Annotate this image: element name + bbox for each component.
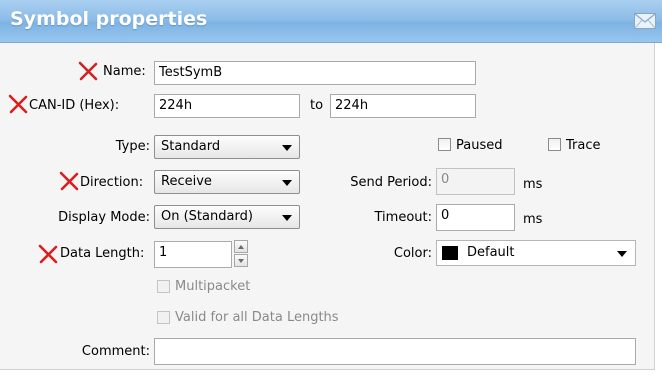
properties-panel: Name: TestSymB CAN-ID (Hex): 224h to 224… bbox=[0, 43, 655, 370]
trace-checkbox[interactable] bbox=[548, 138, 561, 151]
send-period-input[interactable]: 0 bbox=[436, 168, 515, 195]
valid-all-lengths-checkbox[interactable] bbox=[157, 311, 170, 324]
dialog-title: Symbol properties bbox=[10, 8, 208, 30]
send-period-label: Send Period: bbox=[350, 175, 432, 190]
color-select[interactable]: Default bbox=[436, 240, 636, 266]
timeout-input[interactable]: 0 bbox=[436, 204, 515, 231]
multipacket-label: Multipacket bbox=[175, 279, 251, 294]
display-mode-select-value: On (Standard) bbox=[161, 209, 253, 224]
can-id-label: CAN-ID (Hex): bbox=[29, 98, 120, 113]
chevron-down-icon bbox=[282, 145, 292, 151]
timeout-label: Timeout: bbox=[374, 210, 432, 225]
trace-label: Trace bbox=[566, 138, 601, 153]
timeout-unit: ms bbox=[523, 212, 543, 227]
spin-up-button[interactable] bbox=[234, 240, 248, 253]
can-id-from-input[interactable]: 224h bbox=[154, 94, 300, 118]
can-id-to-input[interactable]: 224h bbox=[330, 94, 476, 118]
required-x-icon bbox=[59, 171, 79, 191]
required-x-icon bbox=[78, 61, 98, 81]
spin-down-button[interactable] bbox=[234, 254, 248, 267]
direction-label: Direction: bbox=[80, 175, 144, 190]
comment-input[interactable] bbox=[154, 338, 636, 365]
type-select[interactable]: Standard bbox=[154, 135, 300, 159]
chevron-down-icon bbox=[282, 180, 292, 186]
arrow-down-icon bbox=[238, 259, 244, 263]
chevron-down-icon bbox=[617, 251, 627, 257]
data-length-spinner[interactable] bbox=[234, 240, 248, 268]
direction-select-value: Receive bbox=[161, 174, 212, 189]
name-input[interactable]: TestSymB bbox=[154, 61, 476, 85]
to-label: to bbox=[310, 98, 324, 113]
arrow-up-icon bbox=[238, 245, 244, 249]
display-mode-label: Display Mode: bbox=[58, 210, 150, 225]
chevron-down-icon bbox=[282, 215, 292, 221]
data-length-input[interactable]: 1 bbox=[154, 241, 232, 268]
color-select-value: Default bbox=[467, 245, 515, 260]
dialog-title-bar: Symbol properties bbox=[0, 0, 662, 43]
paused-label: Paused bbox=[456, 138, 503, 153]
type-select-value: Standard bbox=[161, 139, 221, 154]
color-swatch bbox=[442, 246, 458, 260]
valid-all-lengths-label: Valid for all Data Lengths bbox=[175, 310, 339, 325]
multipacket-checkbox[interactable] bbox=[157, 280, 170, 293]
send-period-unit: ms bbox=[523, 177, 543, 192]
name-label: Name: bbox=[103, 64, 146, 79]
type-label: Type: bbox=[115, 139, 150, 154]
direction-select[interactable]: Receive bbox=[154, 170, 300, 194]
display-mode-select[interactable]: On (Standard) bbox=[154, 205, 300, 229]
required-x-icon bbox=[38, 244, 58, 264]
window-edge bbox=[655, 43, 662, 380]
data-length-label: Data Length: bbox=[60, 246, 145, 261]
comment-label: Comment: bbox=[81, 344, 150, 359]
paused-checkbox[interactable] bbox=[438, 138, 451, 151]
color-label: Color: bbox=[393, 246, 432, 261]
required-x-icon bbox=[8, 94, 28, 114]
envelope-icon[interactable] bbox=[634, 13, 656, 29]
